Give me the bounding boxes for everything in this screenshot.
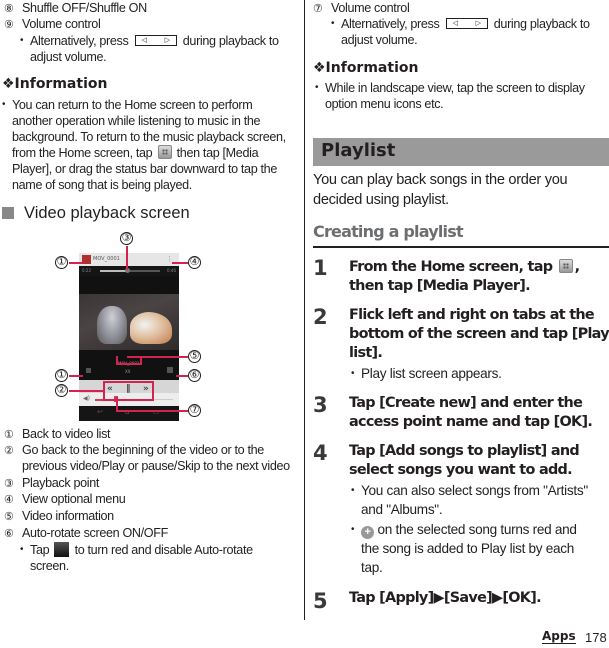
playlist-intro: You can play back songs in the order you… <box>313 172 568 208</box>
callout-line <box>69 262 83 264</box>
volume-key-icon: ◁ ▷ <box>445 18 488 29</box>
back-icon: ↩ <box>97 408 103 416</box>
callout-6: ⑥ <box>188 369 201 382</box>
add-song-icon: + <box>361 526 374 539</box>
auto-rotate-icon <box>167 367 173 373</box>
legend-item-6: ⑥ Auto-rotate screen ON/OFF <box>4 526 168 540</box>
seek-fill <box>100 270 127 272</box>
legend-item-2: ② Go back to the beginning of the video o… <box>4 443 264 457</box>
speaker-icon: ◀) <box>83 395 90 402</box>
step-5-text: Tap [Apply]▶[Save]▶[OK]. <box>349 590 542 606</box>
callout-4: ④ <box>188 256 201 269</box>
legend-item-3: ③ Playback point <box>4 476 100 490</box>
callout-line <box>116 410 188 412</box>
step-2-number: 2 <box>313 305 328 329</box>
callout-line <box>116 397 118 411</box>
information-heading-right: ❖Information <box>313 60 419 76</box>
step-1-text: From the Home screen, tap , then tap [Me… <box>349 259 580 294</box>
auto-rotate-note: Tap to turn red and disable Auto-rotate … <box>18 542 303 574</box>
callout-7: ⑦ <box>188 404 201 417</box>
volume-note-right: Alternatively, press ◁▷ during playback … <box>329 16 609 48</box>
step-3-text: Tap [Create new] and enter the access po… <box>349 395 593 430</box>
callout-2: ② <box>55 384 68 397</box>
step-2-text: Flick left and right on tabs at the bott… <box>349 307 609 361</box>
information-note-right: While in landscape view, tap the screen … <box>313 80 609 112</box>
square-bullet-icon <box>2 207 14 219</box>
footer-section-label: Apps <box>542 629 576 644</box>
phone-nav-bar: ↩ ⌂ ▭ <box>79 406 179 421</box>
legend-item-1: ① Back to video list <box>4 427 111 441</box>
legend-item-4: ④ View optional menu <box>4 492 126 506</box>
step-4-note-2: + on the selected song turns red and the… <box>349 520 609 577</box>
creating-playlist-heading: Creating a playlist <box>313 222 609 248</box>
cat-image <box>97 306 127 344</box>
callout-1-top: ① <box>55 256 68 269</box>
video-list-icon <box>82 255 91 264</box>
volume-note: Alternatively, press ◁▷ during playback … <box>18 33 303 65</box>
information-note: You can return to the Home screen to per… <box>0 97 300 193</box>
step-4-note-1: You can also select songs from "Artists"… <box>349 481 609 519</box>
legend-item-8: ⑧ Shuffle OFF/Shuffle ON <box>4 1 147 15</box>
callout-line <box>69 375 83 377</box>
legend-item-5: ⑤ Video information <box>4 509 114 523</box>
callout-line <box>126 246 128 270</box>
step-1-number: 1 <box>313 256 328 280</box>
legend-item-2-cont: previous video/Play or pause/Skip to the… <box>22 459 290 473</box>
auto-rotate-icon <box>54 542 70 557</box>
legend-item-9: ⑨ Volume control <box>4 17 101 31</box>
step-4-text: Tap [Add songs to playlist] and select s… <box>349 443 580 478</box>
phone-title-bar: MOV_0001 ⋮ <box>79 253 179 266</box>
information-heading: ❖Information <box>2 76 108 92</box>
callout-box <box>116 356 142 365</box>
app-drawer-icon <box>157 145 172 159</box>
callout-line <box>176 375 188 377</box>
column-divider <box>304 0 305 620</box>
callout-line <box>172 262 188 264</box>
callout-3: ③ <box>120 232 133 245</box>
cat-image <box>130 312 172 344</box>
step-4-number: 4 <box>313 441 328 465</box>
callout-box <box>103 381 154 401</box>
volume-key-icon: ◁ ▷ <box>134 35 177 46</box>
callout-1-bottom: ① <box>55 369 68 382</box>
callout-line <box>69 390 103 392</box>
legend-item-7: ⑦ Volume control <box>313 1 410 15</box>
callout-5: ⑤ <box>188 350 201 363</box>
step-2-note: Play list screen appears. <box>349 364 609 383</box>
phone-seek-bar: 0:22 0:46 <box>79 266 179 276</box>
page-number: 178 <box>585 630 607 645</box>
step-5-number: 5 <box>313 589 328 613</box>
app-drawer-icon <box>558 259 573 273</box>
playlist-heading: Playlist <box>313 138 609 166</box>
section-heading-video-playback: Video playback screen <box>2 204 190 223</box>
video-list-icon <box>86 368 91 373</box>
video-frame <box>79 294 179 350</box>
step-3-number: 3 <box>313 393 328 417</box>
